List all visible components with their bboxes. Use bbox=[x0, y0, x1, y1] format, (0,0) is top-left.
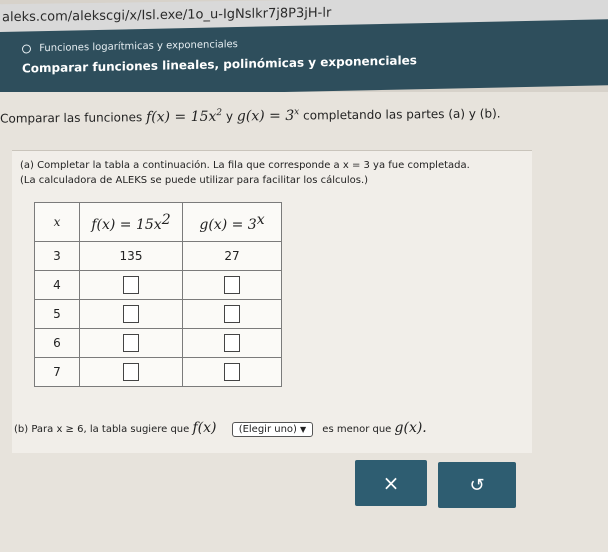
g-cell: 27 bbox=[182, 241, 282, 271]
f-input[interactable] bbox=[123, 276, 139, 294]
chevron-down-icon: ▼ bbox=[299, 425, 307, 434]
url-text: aleks.com/alekscgi/x/Isl.exe/1o_u-IgNslk… bbox=[2, 5, 332, 26]
part-b-lead: (b) Para x ≥ 6, la tabla sugiere que bbox=[14, 424, 190, 435]
undo-button[interactable]: ↺ bbox=[438, 462, 516, 508]
prompt-and: y bbox=[225, 109, 234, 124]
g-input[interactable] bbox=[224, 363, 240, 381]
g-cell bbox=[182, 270, 282, 300]
dropdown-value: (Elegir uno) bbox=[238, 424, 297, 435]
f-input[interactable] bbox=[123, 305, 139, 323]
f-cell bbox=[79, 357, 183, 387]
x-cell: 5 bbox=[34, 299, 80, 329]
prompt-tail: completando las partes (a) y (b). bbox=[303, 106, 501, 123]
g-cell bbox=[182, 357, 282, 387]
g-input[interactable] bbox=[224, 334, 240, 352]
table-header-row: x f(x) = 15x2 g(x) = 3x bbox=[34, 202, 282, 242]
f-input[interactable] bbox=[123, 334, 139, 352]
f-cell bbox=[79, 299, 183, 329]
header-x: x bbox=[34, 202, 80, 242]
part-b-g: g(x). bbox=[394, 420, 427, 436]
f-input[interactable] bbox=[123, 363, 139, 381]
part-b-f: f(x) bbox=[192, 420, 217, 436]
part-a-instruction: (a) Completar la tabla a continuación. L… bbox=[20, 160, 470, 171]
g-cell bbox=[182, 299, 282, 329]
header-g: g(x) = 3x bbox=[182, 202, 282, 242]
prompt-f: f(x) = 15x2 bbox=[145, 107, 223, 126]
values-table: x f(x) = 15x2 g(x) = 3x 3 135 27 4 5 6 7 bbox=[34, 202, 282, 387]
x-cell: 6 bbox=[34, 328, 80, 358]
table-row: 5 bbox=[34, 299, 282, 329]
part-b-tail: es menor que bbox=[322, 424, 392, 435]
topic-subtitle[interactable]: Funciones logarítmicas y exponenciales bbox=[22, 39, 238, 55]
header-f: f(x) = 15x2 bbox=[79, 202, 183, 242]
f-cell: 135 bbox=[79, 241, 183, 271]
problem-prompt: Comparar las funciones f(x) = 15x2 y g(x… bbox=[0, 104, 600, 140]
g-input[interactable] bbox=[224, 276, 240, 294]
x-cell: 3 bbox=[34, 241, 80, 271]
table-row: 4 bbox=[34, 270, 282, 300]
prompt-g: g(x) = 3x bbox=[236, 106, 300, 125]
g-input[interactable] bbox=[224, 305, 240, 323]
topic-subtitle-text: Funciones logarítmicas y exponenciales bbox=[39, 39, 238, 55]
table-row: 6 bbox=[34, 328, 282, 358]
x-cell: 4 bbox=[34, 270, 80, 300]
table-row: 7 bbox=[34, 357, 282, 387]
clear-button[interactable]: × bbox=[355, 460, 427, 506]
g-cell bbox=[182, 328, 282, 358]
topic-header: Funciones logarítmicas y exponenciales C… bbox=[0, 19, 608, 99]
close-icon: × bbox=[382, 471, 400, 495]
part-b-statement: (b) Para x ≥ 6, la tabla sugiere que f(x… bbox=[14, 420, 427, 437]
f-cell bbox=[79, 270, 183, 300]
table-row: 3 135 27 bbox=[34, 241, 282, 271]
part-a-note: (La calculadora de ALEKS se puede utiliz… bbox=[20, 175, 369, 186]
undo-icon: ↺ bbox=[469, 474, 485, 496]
radio-circle-icon bbox=[22, 43, 31, 54]
x-cell: 7 bbox=[34, 357, 80, 387]
prompt-lead: Comparar las funciones bbox=[0, 110, 143, 126]
comparison-dropdown[interactable]: (Elegir uno) ▼ bbox=[231, 422, 314, 437]
topic-title: Comparar funciones lineales, polinómicas… bbox=[22, 53, 417, 76]
f-cell bbox=[79, 328, 183, 358]
